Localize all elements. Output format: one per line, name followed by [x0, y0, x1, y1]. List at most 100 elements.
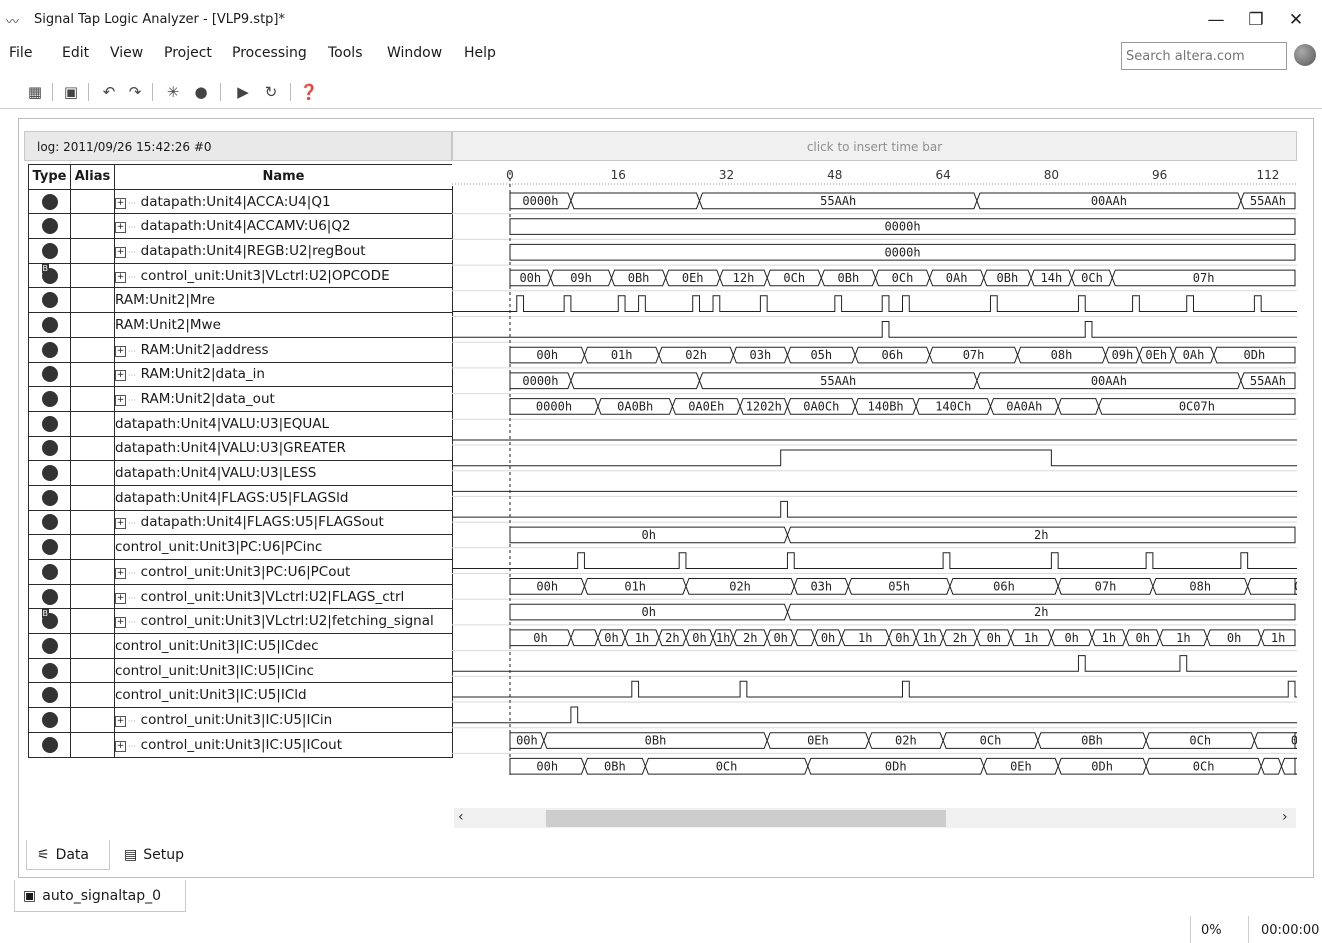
signal-row[interactable]: + ··· control_unit:Unit3|IC:U5|ICout — [28, 731, 453, 758]
save-icon[interactable]: ▣ — [60, 81, 82, 103]
signal-row[interactable]: datapath:Unit4|VALU:U3|EQUAL — [28, 410, 453, 437]
signal-name-cell[interactable]: + ··· control_unit:Unit3|PC:U6|PCout — [114, 559, 453, 585]
signal-alias-cell[interactable] — [70, 238, 115, 264]
expand-icon[interactable]: + — [115, 345, 126, 357]
signal-row[interactable]: control_unit:Unit3|IC:U5|ICld — [28, 682, 453, 709]
menu-processing[interactable]: Processing — [232, 45, 307, 61]
binoculars-icon[interactable]: ● — [190, 81, 212, 103]
run-icon[interactable]: ▶ — [232, 81, 254, 103]
signal-name-cell[interactable]: + ··· RAM:Unit2|data_in — [114, 361, 453, 388]
signal-row[interactable]: + ··· control_unit:Unit3|VLctrl:U2|FLAGS_c… — [28, 583, 453, 610]
expand-icon[interactable]: + — [115, 246, 126, 258]
column-header-alias[interactable]: Alias — [70, 164, 115, 190]
signal-name-cell[interactable]: control_unit:Unit3|IC:U5|ICld — [114, 682, 453, 709]
signal-row[interactable]: + ··· datapath:Unit4|ACCA:U4|Q1 — [28, 188, 453, 215]
signal-row[interactable]: B + ··· control_unit:Unit3|VLctrl:U2|OPCODE — [28, 262, 453, 289]
signal-alias-cell[interactable] — [70, 386, 115, 412]
redo-icon[interactable]: ↷ — [124, 81, 146, 103]
signal-row[interactable]: datapath:Unit4|VALU:U3|LESS — [28, 460, 453, 486]
tab-data[interactable]: ⚟ Data — [26, 840, 110, 870]
signal-name-cell[interactable]: RAM:Unit2|Mre — [114, 287, 453, 314]
signal-name-cell[interactable]: control_unit:Unit3|PC:U6|PCinc — [114, 534, 453, 560]
signal-name-cell[interactable]: + ··· control_unit:Unit3|VLctrl:U2|fetchin… — [114, 608, 453, 635]
menu-view[interactable]: View — [110, 45, 143, 61]
signal-name-cell[interactable]: datapath:Unit4|VALU:U3|GREATER — [114, 435, 453, 462]
signal-name-cell[interactable]: + ··· datapath:Unit4|REGB:U2|regBout — [114, 238, 453, 264]
signal-name-cell[interactable]: + ··· RAM:Unit2|data_out — [114, 386, 453, 412]
signal-name-cell[interactable]: control_unit:Unit3|IC:U5|ICinc — [114, 657, 453, 684]
signal-name-cell[interactable]: datapath:Unit4|FLAGS:U5|FLAGSld — [114, 484, 453, 511]
insert-time-bar[interactable]: click to insert time bar — [452, 131, 1297, 161]
restore-button[interactable]: ❐ — [1236, 6, 1276, 34]
signal-name-cell[interactable]: + ··· control_unit:Unit3|VLctrl:U2|OPCODE — [114, 262, 453, 289]
signal-alias-cell[interactable] — [70, 583, 115, 610]
signal-name-cell[interactable]: + ··· datapath:Unit4|ACCAMV:U6|Q2 — [114, 213, 453, 240]
signal-name-cell[interactable]: + ··· control_unit:Unit3|VLctrl:U2|FLAGS_c… — [114, 583, 453, 610]
instance-tab[interactable]: ▣ auto_signaltap_0 — [14, 880, 186, 912]
signal-row[interactable]: B + ··· control_unit:Unit3|VLctrl:U2|fetchi… — [28, 608, 453, 635]
scroll-right-icon[interactable]: › — [1282, 809, 1288, 825]
menu-tools[interactable]: Tools — [328, 45, 363, 61]
signal-alias-cell[interactable] — [70, 509, 115, 536]
autorun-icon[interactable]: ↻ — [260, 81, 282, 103]
expand-icon[interactable]: + — [115, 740, 126, 752]
signal-alias-cell[interactable] — [70, 633, 115, 659]
signal-name-cell[interactable]: + ··· control_unit:Unit3|IC:U5|ICout — [114, 731, 453, 758]
menu-help[interactable]: Help — [464, 45, 496, 61]
scrollbar-thumb[interactable] — [546, 810, 946, 827]
signal-name-cell[interactable]: control_unit:Unit3|IC:U5|ICdec — [114, 633, 453, 659]
expand-icon[interactable]: + — [115, 715, 126, 727]
signal-row[interactable]: + ··· datapath:Unit4|ACCAMV:U6|Q2 — [28, 213, 453, 240]
expand-icon[interactable]: + — [115, 370, 126, 382]
minimize-button[interactable]: — — [1196, 6, 1236, 34]
signal-alias-cell[interactable] — [70, 657, 115, 684]
signal-alias-cell[interactable] — [70, 435, 115, 462]
signal-row[interactable]: control_unit:Unit3|IC:U5|ICinc — [28, 657, 453, 684]
signal-row[interactable]: + ··· RAM:Unit2|data_in — [28, 361, 453, 388]
signal-name-cell[interactable]: + ··· control_unit:Unit3|IC:U5|ICin — [114, 707, 453, 733]
expand-icon[interactable]: + — [115, 592, 126, 604]
signal-name-cell[interactable]: RAM:Unit2|Mwe — [114, 312, 453, 338]
signal-name-cell[interactable]: + ··· RAM:Unit2|address — [114, 336, 453, 363]
signal-alias-cell[interactable] — [70, 312, 115, 338]
expand-icon[interactable]: + — [115, 395, 126, 407]
signal-row[interactable]: + ··· control_unit:Unit3|PC:U6|PCout — [28, 559, 453, 585]
signal-alias-cell[interactable] — [70, 534, 115, 560]
expand-icon[interactable]: + — [115, 567, 126, 579]
setup-icon[interactable]: ▦ — [24, 81, 46, 103]
signal-alias-cell[interactable] — [70, 484, 115, 511]
signal-alias-cell[interactable] — [70, 410, 115, 437]
globe-icon[interactable] — [1294, 44, 1316, 66]
expand-icon[interactable]: + — [115, 617, 126, 629]
close-button[interactable]: ✕ — [1276, 6, 1316, 34]
signal-row[interactable]: + ··· control_unit:Unit3|IC:U5|ICin — [28, 707, 453, 733]
signal-row[interactable]: control_unit:Unit3|IC:U5|ICdec — [28, 633, 453, 659]
signal-name-cell[interactable]: datapath:Unit4|VALU:U3|EQUAL — [114, 410, 453, 437]
signal-row[interactable]: datapath:Unit4|FLAGS:U5|FLAGSld — [28, 484, 453, 511]
signal-alias-cell[interactable] — [70, 287, 115, 314]
signal-row[interactable]: control_unit:Unit3|PC:U6|PCinc — [28, 534, 453, 560]
scroll-left-icon[interactable]: ‹ — [458, 809, 464, 825]
signal-row[interactable]: datapath:Unit4|VALU:U3|GREATER — [28, 435, 453, 462]
menu-file[interactable]: File — [9, 45, 32, 61]
expand-icon[interactable]: + — [115, 271, 126, 283]
signal-alias-cell[interactable] — [70, 731, 115, 758]
expand-icon[interactable]: + — [115, 518, 126, 530]
column-header-name[interactable]: Name — [114, 164, 453, 190]
help-icon[interactable]: ❓ — [298, 81, 320, 103]
menu-edit[interactable]: Edit — [62, 45, 89, 61]
signal-row[interactable]: RAM:Unit2|Mwe — [28, 312, 453, 338]
find-icon[interactable]: ✳ — [162, 81, 184, 103]
search-input[interactable] — [1121, 42, 1287, 70]
tab-setup[interactable]: ▤ Setup — [114, 840, 204, 870]
signal-name-cell[interactable]: datapath:Unit4|VALU:U3|LESS — [114, 460, 453, 486]
signal-alias-cell[interactable] — [70, 336, 115, 363]
signal-name-cell[interactable]: + ··· datapath:Unit4|ACCA:U4|Q1 — [114, 188, 453, 215]
signal-alias-cell[interactable] — [70, 707, 115, 733]
signal-row[interactable]: + ··· datapath:Unit4|FLAGS:U5|FLAGSout — [28, 509, 453, 536]
signal-row[interactable]: RAM:Unit2|Mre — [28, 287, 453, 314]
signal-alias-cell[interactable] — [70, 361, 115, 388]
menu-project[interactable]: Project — [164, 45, 212, 61]
signal-alias-cell[interactable] — [70, 262, 115, 289]
menu-window[interactable]: Window — [387, 45, 442, 61]
